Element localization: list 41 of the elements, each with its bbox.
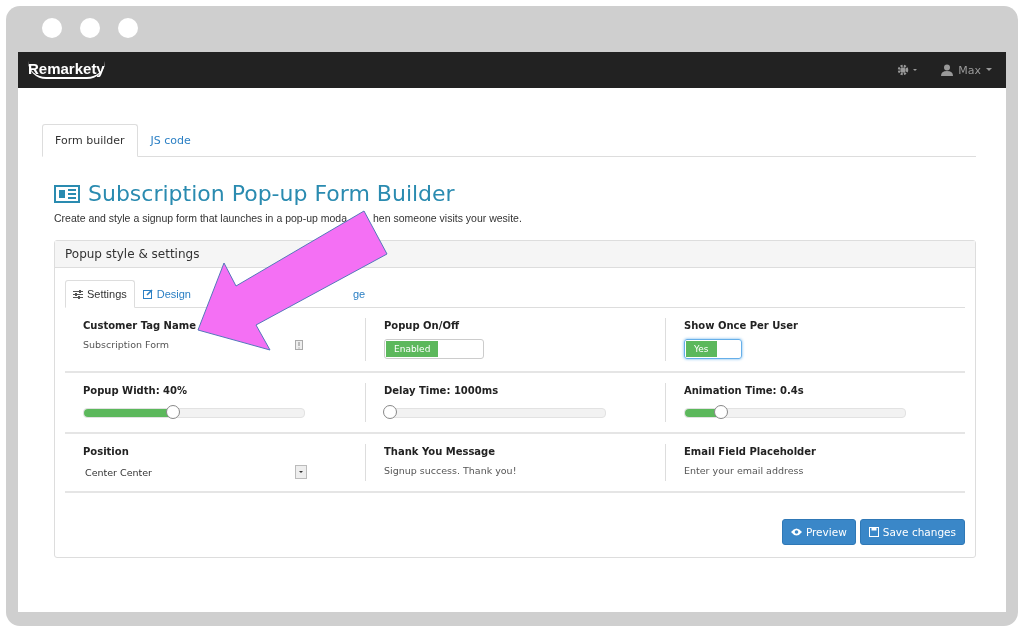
tab[interactable]: Form builder (42, 124, 138, 157)
user-icon (941, 64, 954, 76)
edit-icon (142, 289, 153, 299)
field-label: Popup On/Off (384, 320, 459, 331)
caret-icon (986, 68, 992, 72)
page-description: hen someone visits your wesite. (373, 212, 522, 224)
slider[interactable] (384, 408, 606, 418)
field-label: Customer Tag Name (83, 320, 196, 331)
page-description: Create and style a signup form that launches in a pop-up moda (54, 212, 347, 224)
field-label: Email Field Placeholder (684, 446, 816, 457)
info-icon (295, 339, 303, 350)
slider[interactable] (83, 408, 305, 418)
field-label: Show Once Per User (684, 320, 799, 331)
slider[interactable] (684, 408, 906, 418)
input-field[interactable]: Subscription Form (83, 339, 303, 350)
newspaper-icon (54, 184, 80, 203)
field-label: Thank You Message (384, 446, 496, 457)
field-value[interactable]: Enter your email address (684, 465, 804, 476)
tab[interactable]: Settings (65, 280, 135, 308)
position-dropdown[interactable]: Center Center (83, 465, 307, 479)
tab[interactable]: Design (134, 280, 199, 308)
sliders-icon (73, 289, 83, 299)
field-label: Position (83, 446, 129, 457)
tab[interactable]: ge (345, 280, 374, 308)
user-menu[interactable]: Max (941, 63, 992, 77)
field-value[interactable]: Signup success. Thank you! (384, 465, 517, 476)
field-label: Animation Time: 0.4s (684, 385, 804, 396)
save-button[interactable]: Save changes (859, 519, 965, 545)
save-icon (868, 527, 879, 537)
panel-title: Popup style & settings (65, 247, 200, 261)
tab[interactable]: JS code (137, 124, 204, 157)
window-dot (80, 18, 100, 38)
page-title: Subscription Pop-up Form Builder (88, 181, 455, 206)
preview-button[interactable]: Preview (781, 519, 856, 545)
window-dot (42, 18, 62, 38)
eye-icon (790, 528, 802, 536)
window-dot (118, 18, 138, 38)
brand-logo[interactable]: Remarkety (28, 61, 105, 79)
field-label: Delay Time: 1000ms (384, 385, 499, 396)
field-label: Popup Width: 40% (83, 385, 188, 396)
gear-icon[interactable] (897, 64, 920, 76)
